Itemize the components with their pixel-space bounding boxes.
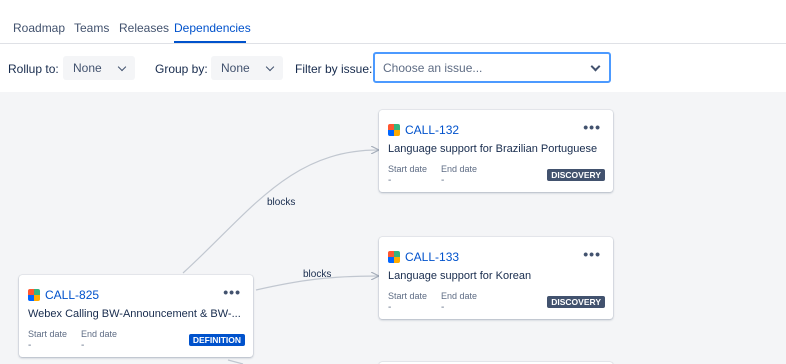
issue-summary: Language support for Korean <box>388 270 532 282</box>
start-date-value: - <box>388 175 392 186</box>
start-date-label: Start date <box>388 164 428 174</box>
filter-placeholder: Choose an issue... <box>383 60 483 75</box>
groupby-label: Group by: <box>155 62 208 76</box>
rollup-select[interactable]: None <box>63 56 135 80</box>
issue-card-call-825[interactable]: CALL-825 ••• Webex Calling BW-Announceme… <box>19 275 253 357</box>
issue-key-link[interactable]: CALL-132 <box>405 123 459 137</box>
rollup-value: None <box>73 61 102 75</box>
more-horizontal-icon[interactable]: ••• <box>223 285 241 299</box>
issue-key-link[interactable]: CALL-133 <box>405 250 459 264</box>
end-date-label: End date <box>441 164 478 174</box>
start-date-value: - <box>28 340 32 351</box>
status-badge: DISCOVERY <box>547 296 605 308</box>
multicolor-issue-icon <box>388 251 400 263</box>
status-badge: DEFINITION <box>188 334 245 346</box>
edge-825-down <box>227 359 244 364</box>
end-date-value: - <box>441 302 445 313</box>
filter-issue-select[interactable]: Choose an issue... <box>373 52 611 83</box>
end-date-label: End date <box>81 329 118 339</box>
more-horizontal-icon[interactable]: ••• <box>583 120 601 134</box>
edge-label-blocks: blocks <box>303 269 332 280</box>
groupby-select[interactable]: None <box>211 56 283 80</box>
issue-summary: Language support for Brazilian Portugues… <box>388 143 598 155</box>
chevron-down-icon <box>265 62 275 71</box>
edge-825-to-132 <box>182 150 378 274</box>
groupby-value: None <box>221 61 250 75</box>
nav-tabs: Roadmap Teams Releases Dependencies <box>0 0 786 44</box>
status-badge: DISCOVERY <box>547 169 605 181</box>
multicolor-issue-icon <box>388 124 400 136</box>
issue-card-call-132[interactable]: CALL-132 ••• Language support for Brazil… <box>379 110 613 192</box>
tab-releases[interactable]: Releases <box>119 21 169 35</box>
end-date-value: - <box>441 175 445 186</box>
issue-summary: Webex Calling BW-Announcement & BW-... <box>28 308 241 320</box>
dependency-canvas[interactable]: blocks blocks CALL-132 ••• Language supp… <box>0 92 786 364</box>
chevron-down-icon <box>590 61 601 71</box>
end-date-value: - <box>81 340 85 351</box>
start-date-label: Start date <box>28 329 68 339</box>
rollup-label: Rollup to: <box>8 62 59 76</box>
edge-label-blocks: blocks <box>267 197 296 208</box>
issue-key-link[interactable]: CALL-825 <box>45 288 99 302</box>
tab-roadmap[interactable]: Roadmap <box>13 21 65 35</box>
chevron-down-icon <box>117 62 127 71</box>
tab-dependencies[interactable]: Dependencies <box>174 21 251 35</box>
more-horizontal-icon[interactable]: ••• <box>583 247 601 261</box>
filter-label: Filter by issue: <box>295 62 373 76</box>
start-date-value: - <box>388 302 392 313</box>
issue-card-call-133[interactable]: CALL-133 ••• Language support for Korean… <box>379 237 613 319</box>
end-date-label: End date <box>441 291 478 301</box>
start-date-label: Start date <box>388 291 428 301</box>
active-tab-indicator <box>174 41 246 43</box>
tab-teams[interactable]: Teams <box>74 21 109 35</box>
toolbar: Rollup to: None Group by: None Filter by… <box>0 44 786 92</box>
multicolor-issue-icon <box>28 289 40 301</box>
